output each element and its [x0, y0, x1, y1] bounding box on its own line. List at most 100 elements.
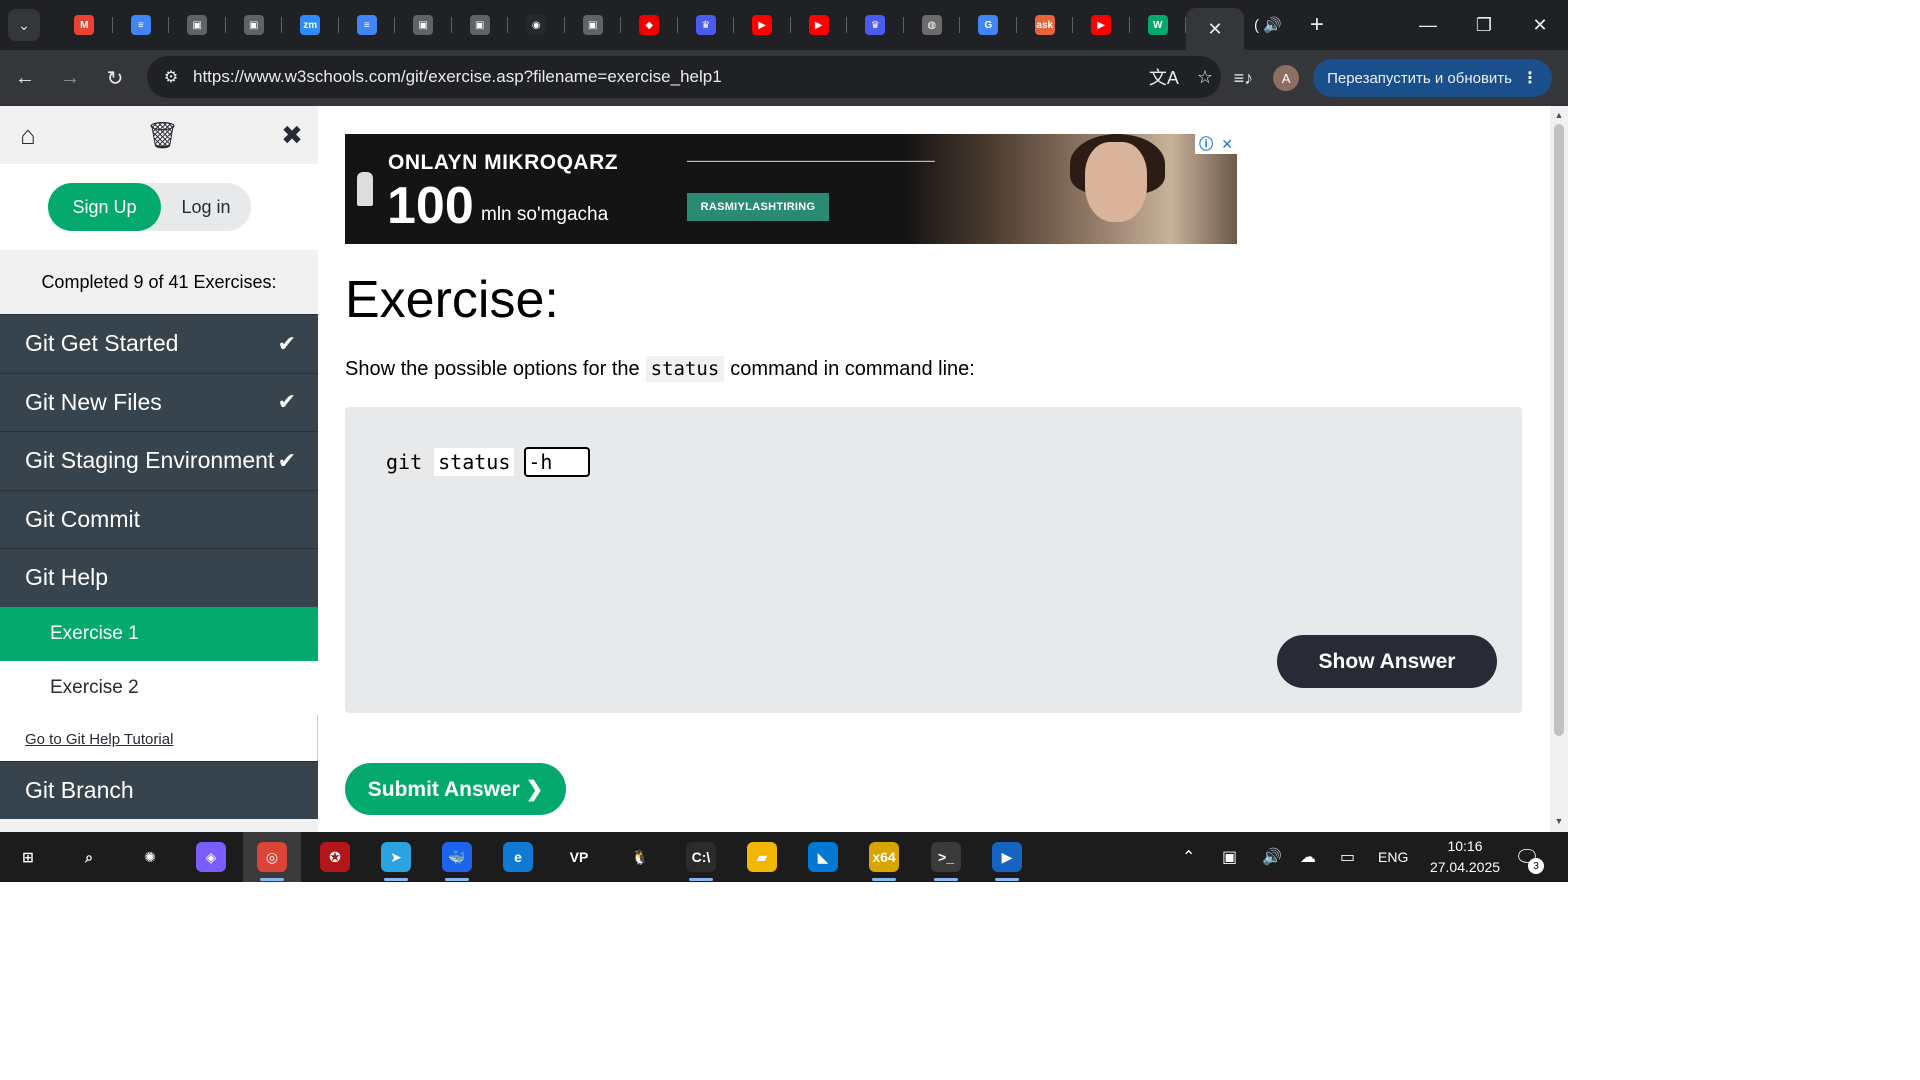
address-bar[interactable]: ⚙ https://www.w3schools.com/git/exercise… — [147, 56, 1221, 98]
sidebar-section-item[interactable]: Git Get Started ✔ — [0, 314, 318, 373]
taskbar-app-windows-start[interactable]: ⊞ — [0, 832, 57, 882]
bookmark-star-icon[interactable]: ☆ — [1197, 67, 1213, 88]
audio-tab[interactable]: ( 🔊 — [1254, 16, 1282, 34]
browser-tab-classroom[interactable]: ▣ — [452, 0, 508, 50]
sidebar-exercise-item[interactable]: Exercise 2 — [0, 660, 318, 715]
media-control-icon[interactable]: ≡♪ — [1234, 68, 1254, 89]
sidebar-item-git-branch[interactable]: Git Branch — [0, 760, 318, 819]
battery-icon[interactable]: ▭ — [1340, 832, 1355, 882]
active-tab[interactable]: ✕ — [1186, 8, 1244, 50]
advertisement-banner[interactable]: ONLAYN MIKROQARZ 100 mln so'mgacha ▬▬▬▬▬… — [345, 134, 1237, 244]
youtube-icon: ▶ — [1091, 15, 1112, 35]
scroll-down-icon[interactable]: ▼ — [1554, 816, 1564, 826]
sidebar-exercise-item[interactable]: Exercise 1 — [0, 606, 318, 661]
log-in-button[interactable]: Log in — [161, 183, 251, 231]
taskbar-app-cmd[interactable]: C:\ — [672, 832, 730, 882]
window-close-icon[interactable]: ✕ — [1512, 0, 1568, 50]
site-settings-icon[interactable]: ⚙ — [151, 67, 191, 87]
url-text[interactable]: https://www.w3schools.com/git/exercise.a… — [193, 67, 722, 87]
exercise-description: Show the possible options for the status… — [345, 356, 975, 382]
scrollbar-thumb[interactable] — [1554, 124, 1564, 736]
browser-tab-classroom[interactable]: ▣ — [395, 0, 452, 50]
taskbar-app-search[interactable]: ⌕ — [60, 832, 118, 882]
ad-info-close[interactable]: ⓘ ✕ — [1195, 134, 1237, 154]
translate-icon[interactable]: 文A — [1149, 64, 1179, 90]
browser-tab-youtube[interactable]: ▶ — [734, 0, 791, 50]
browser-tab-youtube[interactable]: ▶ — [791, 0, 847, 50]
taskbar-app-chrome[interactable]: ◎ — [243, 832, 301, 882]
sidebar-section-item[interactable]: Git Commit — [0, 489, 318, 548]
taskbar-app-visual-paradigm[interactable]: VP — [550, 832, 608, 882]
volume-icon[interactable]: 🔊 — [1262, 832, 1282, 882]
home-icon[interactable]: ⌂ — [14, 120, 42, 151]
taskbar-app-media-player[interactable]: ▶ — [978, 832, 1036, 882]
ad-fine-print: ▬▬▬▬▬▬▬▬▬▬▬▬▬▬▬▬▬▬▬▬▬▬▬▬▬▬▬▬▬▬▬▬▬▬▬▬▬▬▬▬… — [687, 158, 935, 163]
new-tab-button[interactable]: + — [1310, 11, 1324, 39]
taskbar-app-vscode[interactable]: ◣ — [794, 832, 852, 882]
taskbar-app-powershell-terminal[interactable]: >_ — [917, 832, 975, 882]
ad-cta-button[interactable]: RASMIYLASHTIRING — [687, 193, 829, 221]
ad-info-icon[interactable]: ⓘ — [1199, 134, 1213, 154]
tab-close-icon[interactable]: ✕ — [1207, 19, 1222, 40]
page-scrollbar[interactable]: ▲ ▼ — [1550, 106, 1568, 832]
taskbar-app-chatgpt[interactable]: ✺ — [121, 832, 179, 882]
back-button[interactable]: ← — [5, 58, 45, 98]
docs-icon: ≡ — [130, 15, 151, 35]
sidebar-section-item[interactable]: Git New Files ✔ — [0, 372, 318, 431]
browser-tab-redhat[interactable]: ◆ — [621, 0, 678, 50]
tutorial-link[interactable]: Go to Git Help Tutorial — [0, 714, 318, 761]
browser-tab-ask[interactable]: ask — [1017, 0, 1073, 50]
browser-tab-translate[interactable]: G — [960, 0, 1017, 50]
system-clock[interactable]: 10:16 27.04.2025 — [1420, 836, 1510, 878]
browser-tab-github[interactable]: ◉ — [508, 0, 565, 50]
browser-tab-crown[interactable]: ♛ — [847, 0, 904, 50]
x64dbg-icon: x64 — [869, 842, 899, 872]
onedrive-icon[interactable]: ☁ — [1300, 832, 1316, 882]
taskbar-app-telegram[interactable]: ➤ — [367, 832, 425, 882]
device-icon[interactable]: ▣ — [1222, 832, 1237, 882]
browser-tab-globe[interactable]: ◍ — [904, 0, 960, 50]
browser-tab-w3schools[interactable]: W — [1130, 0, 1186, 50]
taskbar-app-copilot[interactable]: ◈ — [182, 832, 240, 882]
browser-tab-zoom[interactable]: zm — [282, 0, 339, 50]
more-menu-icon[interactable]: ⋮ — [1522, 68, 1538, 88]
tab-search-button[interactable]: ⌄ — [8, 9, 40, 41]
restore-icon[interactable]: ❐ — [1456, 0, 1512, 50]
taskbar-app-docker[interactable]: 🐳 — [428, 832, 486, 882]
submit-answer-button[interactable]: Submit Answer ❯ — [345, 763, 566, 815]
forward-button[interactable]: → — [50, 58, 90, 98]
minimize-icon[interactable]: — — [1400, 0, 1456, 50]
sidebar-item-label: Git Help — [25, 564, 109, 591]
taskbar-app-antivirus[interactable]: ✪ — [306, 832, 364, 882]
browser-tab-gmail[interactable]: M — [56, 0, 113, 50]
language-indicator[interactable]: ENG — [1378, 832, 1408, 882]
notification-icon[interactable]: 🗨 3 — [1512, 842, 1544, 874]
scroll-up-icon[interactable]: ▲ — [1554, 110, 1564, 120]
relaunch-update-button[interactable]: Перезапустить и обновить ⋮ — [1313, 59, 1552, 97]
browser-tab-docs[interactable]: ≡ — [113, 0, 169, 50]
trash-icon[interactable]: 🗑 — [146, 120, 179, 151]
profile-avatar[interactable]: A — [1273, 65, 1300, 91]
answer-input[interactable] — [524, 447, 591, 477]
browser-tab-classroom[interactable]: ▣ — [226, 0, 282, 50]
sign-up-button[interactable]: Sign Up — [48, 183, 161, 231]
browser-tab-classroom[interactable]: ▣ — [169, 0, 226, 50]
show-hidden-icons[interactable]: ⌃ — [1182, 832, 1195, 882]
ad-close-icon[interactable]: ✕ — [1221, 136, 1233, 153]
browser-tab-docs[interactable]: ≡ — [339, 0, 395, 50]
taskbar-app-x64dbg[interactable]: x64 — [855, 832, 913, 882]
browser-tab-youtube[interactable]: ▶ — [1073, 0, 1130, 50]
browser-tab-crown[interactable]: ♛ — [678, 0, 734, 50]
sidebar-section-item[interactable]: Git Help — [0, 548, 318, 607]
taskbar-app-explorer[interactable]: ▰ — [733, 832, 791, 882]
browser-tab-classroom[interactable]: ▣ — [565, 0, 621, 50]
taskbar-app-edge[interactable]: e — [489, 832, 547, 882]
sidebar-item-label: Git New Files — [25, 388, 162, 415]
show-answer-button[interactable]: Show Answer — [1277, 635, 1497, 688]
sidebar-item-label: Git Branch — [25, 776, 134, 803]
sidebar-section-item[interactable]: Git Staging Environment ✔ — [0, 431, 318, 490]
checkmark-icon: ✔ — [277, 389, 296, 415]
reload-button[interactable]: ↻ — [95, 58, 135, 98]
taskbar-app-penguin[interactable]: 🐧 — [611, 832, 669, 882]
close-sidebar-icon[interactable]: ✖ — [278, 120, 306, 151]
